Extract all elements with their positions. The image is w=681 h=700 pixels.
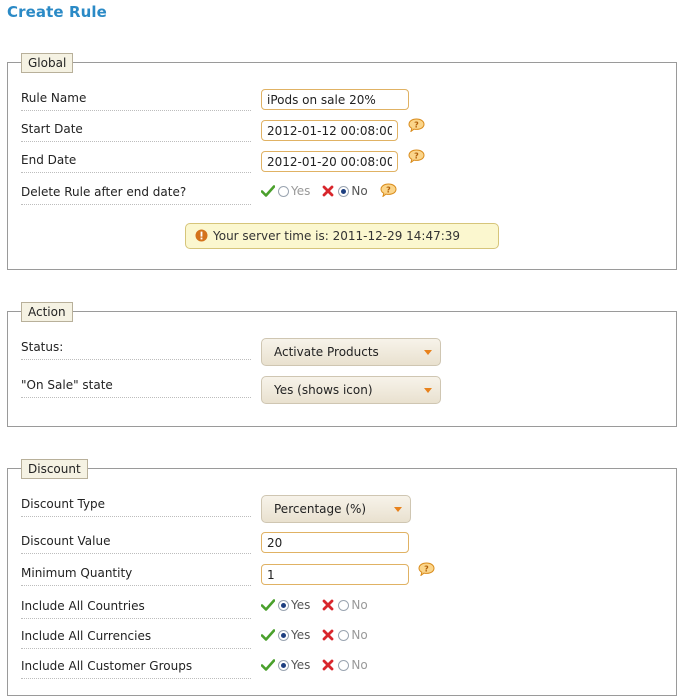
help-icon[interactable]: [408, 118, 425, 132]
yes-label: Yes: [291, 598, 311, 612]
start-date-label: Start Date: [21, 120, 251, 142]
include-currencies-label: Include All Currencies: [21, 627, 251, 649]
discount-type-row: Discount Type Percentage (%): [21, 495, 661, 523]
discount-type-select-value: Percentage (%): [274, 502, 367, 516]
start-date-row: Start Date: [21, 120, 661, 146]
include-groups-row: Include All Customer Groups Yes No: [21, 657, 661, 683]
delete-after-row: Delete Rule after end date? Yes No: [21, 183, 661, 209]
discount-value-label: Discount Value: [21, 532, 251, 554]
discount-value-row: Discount Value: [21, 532, 661, 558]
cross-icon: [321, 629, 335, 641]
check-icon: [261, 629, 275, 641]
include-countries-toggle: Yes No: [261, 595, 368, 615]
cross-icon: [321, 659, 335, 671]
rule-name-row: Rule Name: [21, 89, 661, 115]
include-countries-no[interactable]: No: [338, 598, 368, 612]
delete-after-yes[interactable]: Yes: [278, 184, 310, 198]
end-date-input[interactable]: [261, 151, 398, 172]
include-groups-no[interactable]: No: [338, 658, 368, 672]
cross-icon: [321, 185, 335, 197]
end-date-row: End Date: [21, 151, 661, 177]
radio-icon[interactable]: [338, 659, 350, 671]
include-currencies-toggle: Yes No: [261, 625, 368, 645]
radio-selected-icon[interactable]: [338, 185, 350, 197]
on-sale-select[interactable]: Yes (shows icon): [261, 376, 441, 404]
include-currencies-row: Include All Currencies Yes No: [21, 627, 661, 653]
dropdown-arrow-icon: [424, 388, 432, 393]
include-groups-toggle: Yes No: [261, 655, 368, 675]
start-date-input[interactable]: [261, 120, 398, 141]
server-time-notice: Your server time is: 2011-12-29 14:47:39: [185, 223, 499, 249]
on-sale-select-value: Yes (shows icon): [274, 383, 373, 397]
yes-label: Yes: [291, 658, 311, 672]
end-date-label: End Date: [21, 151, 251, 173]
yes-label: Yes: [291, 184, 311, 198]
include-groups-yes[interactable]: Yes: [278, 658, 310, 672]
no-label: No: [351, 628, 368, 642]
on-sale-row: "On Sale" state Yes (shows icon): [21, 376, 661, 404]
check-icon: [261, 599, 275, 611]
discount-type-label: Discount Type: [21, 495, 251, 517]
info-icon: [195, 229, 208, 242]
check-icon: [261, 659, 275, 671]
include-countries-row: Include All Countries Yes No: [21, 597, 661, 623]
cross-icon: [321, 599, 335, 611]
min-quantity-label: Minimum Quantity: [21, 564, 251, 586]
include-countries-yes[interactable]: Yes: [278, 598, 310, 612]
status-label: Status:: [21, 338, 251, 360]
action-legend: Action: [21, 302, 73, 322]
global-legend: Global: [21, 53, 74, 73]
no-label: No: [351, 184, 368, 198]
help-icon[interactable]: [408, 149, 425, 163]
rule-name-label: Rule Name: [21, 89, 251, 111]
radio-selected-icon[interactable]: [278, 629, 289, 641]
delete-after-no[interactable]: No: [338, 184, 368, 198]
status-select-value: Activate Products: [274, 345, 379, 359]
help-icon[interactable]: [380, 183, 397, 197]
global-section: Global Rule Name Start Date End Date Del…: [7, 53, 677, 270]
radio-icon[interactable]: [278, 185, 289, 197]
discount-type-select[interactable]: Percentage (%): [261, 495, 411, 523]
discount-value-input[interactable]: [261, 532, 409, 553]
include-groups-label: Include All Customer Groups: [21, 657, 251, 679]
delete-after-label: Delete Rule after end date?: [21, 183, 251, 205]
min-quantity-input[interactable]: [261, 564, 409, 585]
no-label: No: [351, 658, 368, 672]
min-quantity-row: Minimum Quantity: [21, 564, 661, 590]
discount-legend: Discount: [21, 459, 88, 479]
radio-icon[interactable]: [338, 629, 350, 641]
status-select[interactable]: Activate Products: [261, 338, 441, 366]
rule-name-input[interactable]: [261, 89, 409, 110]
include-currencies-yes[interactable]: Yes: [278, 628, 310, 642]
server-time-text: Your server time is: 2011-12-29 14:47:39: [213, 229, 461, 243]
help-icon[interactable]: [418, 562, 435, 576]
radio-icon[interactable]: [338, 599, 350, 611]
on-sale-label: "On Sale" state: [21, 376, 251, 398]
radio-selected-icon[interactable]: [278, 599, 289, 611]
radio-selected-icon[interactable]: [278, 659, 289, 671]
include-currencies-no[interactable]: No: [338, 628, 368, 642]
dropdown-arrow-icon: [394, 507, 402, 512]
discount-section: Discount Discount Type Percentage (%) Di…: [7, 459, 677, 696]
no-label: No: [351, 598, 368, 612]
delete-after-toggle: Yes No: [261, 181, 397, 201]
status-row: Status: Activate Products: [21, 338, 661, 366]
include-countries-label: Include All Countries: [21, 597, 251, 619]
yes-label: Yes: [291, 628, 311, 642]
page-title: Create Rule: [7, 3, 107, 21]
check-icon: [261, 185, 275, 197]
dropdown-arrow-icon: [424, 350, 432, 355]
action-section: Action Status: Activate Products "On Sal…: [7, 302, 677, 427]
